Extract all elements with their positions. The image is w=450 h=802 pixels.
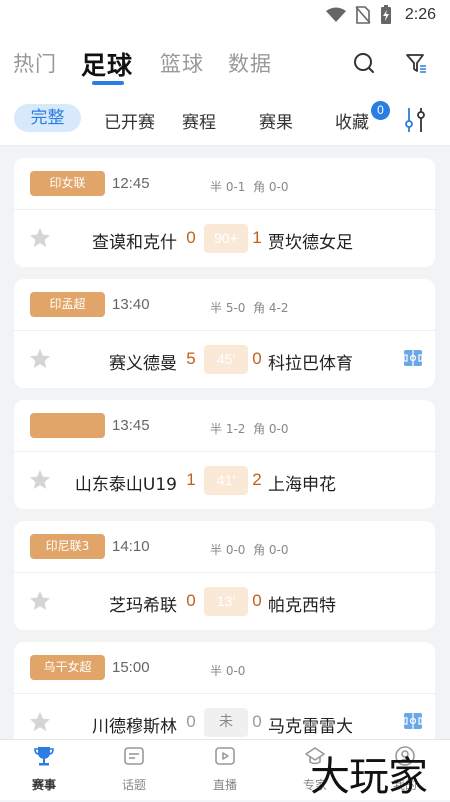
bottom-tab-topics[interactable]: 话题 xyxy=(104,744,164,793)
away-team: 马克雷雷大 xyxy=(268,717,353,737)
home-team: 赛义德曼 xyxy=(109,354,177,374)
match-time: 12:45 xyxy=(112,175,150,192)
match-header: 乌干女超 15:00 半 0-0 xyxy=(14,642,435,694)
home-team: 查谟和克什 xyxy=(92,233,177,253)
match-stats: 半 0-0 角 0-0 xyxy=(210,541,288,558)
favorite-star-icon[interactable] xyxy=(28,468,52,492)
pitch-icon[interactable] xyxy=(404,350,422,366)
match-card[interactable]: 印孟超 13:40 半 5-0 角 4-2 赛义德曼 5 45' 0 科拉巴体育 xyxy=(14,279,435,388)
tab-hot[interactable]: 热门 xyxy=(13,48,57,78)
match-card[interactable]: 13:45 半 1-2 角 0-0 山东泰山U19 1 41' 2 上海申花 xyxy=(14,400,435,509)
corner-count: 角 4-2 xyxy=(253,301,289,315)
favorite-star-icon[interactable] xyxy=(28,589,52,613)
match-time: 15:00 xyxy=(112,659,150,676)
away-team: 科拉巴体育 xyxy=(268,354,353,374)
play-video-icon xyxy=(215,747,235,765)
home-score: 0 xyxy=(186,712,196,731)
trophy-icon xyxy=(34,747,54,766)
sort-settings-icon[interactable] xyxy=(401,106,429,134)
home-team: 川德穆斯林 xyxy=(92,717,177,737)
match-card[interactable]: 乌干女超 15:00 半 0-0 川德穆斯林 0 未 0 马克雷雷大 xyxy=(14,642,435,751)
away-team: 帕克西特 xyxy=(268,596,336,616)
home-score: 0 xyxy=(186,228,196,247)
filter-tab-all[interactable]: 完整 xyxy=(14,104,81,132)
half-score: 半 5-0 xyxy=(210,301,246,315)
away-score: 2 xyxy=(252,470,262,489)
bottom-tab-label: 话题 xyxy=(121,778,146,792)
match-stats: 半 5-0 角 4-2 xyxy=(210,299,288,316)
half-score: 半 1-2 xyxy=(210,422,246,436)
tab-football[interactable]: 足球 xyxy=(81,46,133,82)
bottom-tab-label: 赛事 xyxy=(31,778,56,792)
filter-button[interactable] xyxy=(403,50,429,76)
away-score: 1 xyxy=(252,228,262,247)
match-header: 13:45 半 1-2 角 0-0 xyxy=(14,400,435,452)
tab-data[interactable]: 数据 xyxy=(228,48,272,78)
active-tab-indicator xyxy=(92,81,124,85)
corner-count: 角 0-0 xyxy=(253,180,289,194)
battery-charging-icon xyxy=(380,5,391,24)
home-score: 5 xyxy=(186,349,196,368)
favorite-star-icon[interactable] xyxy=(28,710,52,734)
favorites-count-badge: 0 xyxy=(371,101,390,120)
home-score: 0 xyxy=(186,591,196,610)
league-tag: 印孟超 xyxy=(30,292,105,317)
away-score: 0 xyxy=(252,591,262,610)
clock: 2:26 xyxy=(404,6,436,23)
league-tag: 乌干女超 xyxy=(30,655,105,680)
half-score: 半 0-1 xyxy=(210,180,246,194)
away-score: 0 xyxy=(252,712,262,731)
status-bar: 2:26 xyxy=(0,0,450,32)
match-minute: 45' xyxy=(204,345,248,374)
away-score: 0 xyxy=(252,349,262,368)
bottom-tab-matches[interactable]: 赛事 xyxy=(14,744,74,793)
match-header: 印女联 12:45 半 0-1 角 0-0 xyxy=(14,158,435,210)
bottom-tab-label: 直播 xyxy=(212,778,237,792)
match-card[interactable]: 印女联 12:45 半 0-1 角 0-0 查谟和克什 0 90+ 1 贾坎德女… xyxy=(14,158,435,267)
filter-tab-results[interactable]: 赛果 xyxy=(259,108,293,133)
favorite-star-icon[interactable] xyxy=(28,226,52,250)
filter-tab-favorites[interactable]: 收藏 xyxy=(335,108,369,133)
watermark-logo: 大玩家 xyxy=(310,754,428,800)
home-team: 山东泰山U19 xyxy=(74,475,177,495)
half-score: 半 0-0 xyxy=(210,543,246,557)
match-time: 13:45 xyxy=(112,417,150,434)
filter-tab-schedule[interactable]: 赛程 xyxy=(182,108,216,133)
league-tag: 印女联 xyxy=(30,171,105,196)
wifi-icon xyxy=(325,7,346,22)
away-team: 上海申花 xyxy=(268,475,336,495)
corner-count: 角 0-0 xyxy=(253,543,289,557)
top-nav: 热门 足球 篮球 数据 xyxy=(0,32,450,92)
match-card[interactable]: 印尼联3 14:10 半 0-0 角 0-0 芝玛希联 0 13' 0 帕克西特 xyxy=(14,521,435,630)
match-stats: 半 0-0 xyxy=(210,662,253,679)
topic-card-icon xyxy=(124,747,144,765)
away-team: 贾坎德女足 xyxy=(268,233,353,253)
match-stats: 半 0-1 角 0-0 xyxy=(210,178,288,195)
match-time: 13:40 xyxy=(112,296,150,313)
league-tag xyxy=(30,413,105,438)
filter-icon xyxy=(406,54,426,73)
favorite-star-icon[interactable] xyxy=(28,347,52,371)
match-header: 印孟超 13:40 半 5-0 角 4-2 xyxy=(14,279,435,331)
corner-count: 角 0-0 xyxy=(253,422,289,436)
bottom-tab-live[interactable]: 直播 xyxy=(195,744,255,793)
match-header: 印尼联3 14:10 半 0-0 角 0-0 xyxy=(14,521,435,573)
half-score: 半 0-0 xyxy=(210,664,246,678)
match-stats: 半 1-2 角 0-0 xyxy=(210,420,288,437)
match-minute: 90+ xyxy=(204,224,248,253)
league-tag: 印尼联3 xyxy=(30,534,105,559)
pitch-icon[interactable] xyxy=(404,713,422,729)
match-minute: 13' xyxy=(204,587,248,616)
match-time: 14:10 xyxy=(112,538,150,555)
match-status: 未 xyxy=(204,708,248,737)
home-team: 芝玛希联 xyxy=(109,596,177,616)
match-minute: 41' xyxy=(204,466,248,495)
home-score: 1 xyxy=(186,470,196,489)
search-icon xyxy=(354,53,374,73)
search-button[interactable] xyxy=(351,50,377,76)
filter-tab-started[interactable]: 已开赛 xyxy=(104,108,155,133)
tab-basketball[interactable]: 篮球 xyxy=(160,48,204,78)
no-sim-icon xyxy=(355,6,371,24)
